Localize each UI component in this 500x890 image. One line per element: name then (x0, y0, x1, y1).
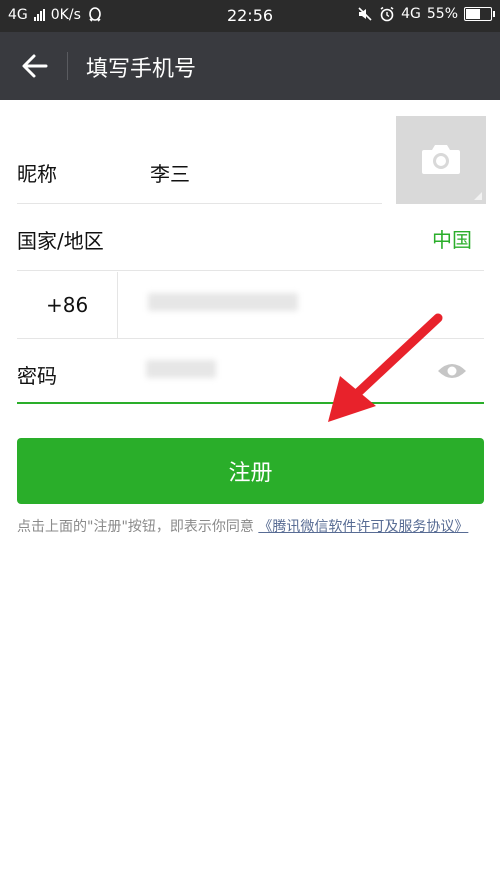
arrow-left-icon (22, 54, 48, 78)
photo-corner (474, 192, 482, 200)
battery-fill (466, 9, 481, 19)
region-divider (17, 270, 484, 271)
status-bar: 4G 0K/s 22:56 4G 55% (0, 0, 500, 32)
camera-icon (422, 145, 460, 174)
title-divider (67, 52, 68, 80)
page-title: 填写手机号 (86, 57, 197, 82)
network-type-right: 4G (401, 6, 421, 22)
region-label: 国家/地区 (17, 229, 104, 253)
back-button[interactable] (20, 52, 50, 80)
nickname-label: 昵称 (17, 162, 57, 186)
mute-icon (358, 7, 372, 21)
agreement-link[interactable]: 《腾讯微信软件许可及服务协议》 (258, 519, 468, 535)
code-divider (117, 272, 118, 338)
agreement-prefix: 点击上面的"注册"按钮，即表示你同意 (17, 519, 254, 535)
status-right: 4G 55% (357, 6, 495, 22)
register-button[interactable]: 注册 (17, 438, 484, 504)
region-select[interactable]: 中国 (432, 224, 472, 253)
annotation-arrow-icon (328, 313, 443, 422)
agreement-text: 点击上面的"注册"按钮，即表示你同意 《腾讯微信软件许可及服务协议》 (17, 515, 487, 539)
battery-percent: 55% (426, 6, 458, 22)
nickname-divider (17, 203, 382, 204)
battery-icon (464, 7, 495, 21)
nickname-input[interactable]: 李三 (150, 158, 190, 187)
avatar-upload-button[interactable] (396, 116, 486, 204)
phone-number-redacted (148, 293, 298, 311)
title-bar: 填写手机号 (0, 32, 500, 100)
password-redacted (146, 360, 216, 378)
password-label: 密码 (17, 364, 57, 388)
country-code[interactable]: +86 (46, 293, 88, 317)
alarm-icon (380, 6, 394, 22)
